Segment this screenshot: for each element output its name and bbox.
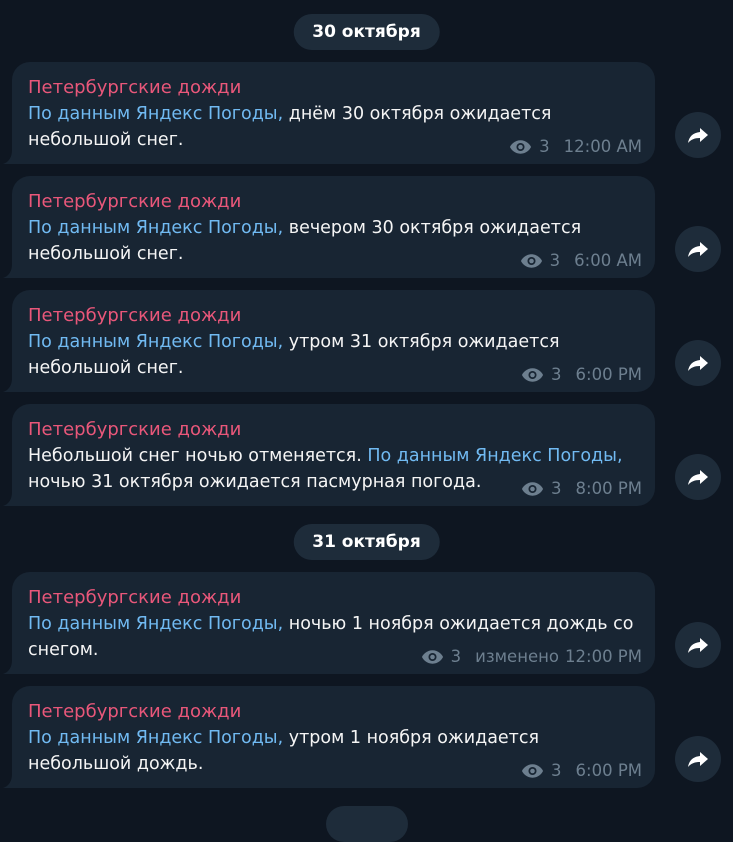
message-3[interactable]: Петербургские дожди Небольшой снег ночью…	[0, 404, 733, 506]
message-bubble[interactable]: Петербургские дожди По данным Яндекс Пог…	[12, 176, 655, 278]
message-time: 8:00 PM	[575, 479, 642, 498]
edited-label: изменено	[475, 647, 560, 666]
message-meta: 3 изменено 12:00 PM	[421, 646, 642, 668]
message-link[interactable]: По данным Яндекс Погоды,	[28, 104, 283, 124]
share-button[interactable]	[675, 340, 721, 386]
share-button[interactable]	[675, 226, 721, 272]
view-count: 3	[450, 647, 462, 666]
share-arrow-icon	[688, 128, 708, 143]
message-meta: 3 6:00 AM	[520, 250, 642, 272]
date-separator: 31 октября	[293, 524, 440, 560]
date-separator: 30 октября	[293, 14, 440, 50]
view-count: 3	[539, 137, 550, 156]
message-time: 6:00 AM	[574, 251, 642, 270]
sender-name[interactable]: Петербургские дожди	[28, 303, 639, 329]
eye-icon	[521, 368, 544, 382]
sender-name[interactable]: Петербургские дожди	[28, 585, 639, 611]
view-count: 3	[551, 479, 562, 498]
message-bubble[interactable]: Петербургские дожди По данным Яндекс Пог…	[12, 572, 655, 674]
message-meta: 3 6:00 PM	[521, 364, 642, 386]
message-time: 6:00 PM	[575, 365, 642, 384]
view-count: 3	[551, 365, 562, 384]
message-text-part: ночью 31 октября ожидается пасмурная пог…	[28, 472, 482, 492]
sender-name[interactable]: Петербургские дожди	[28, 189, 639, 215]
message-link[interactable]: По данным Яндекс Погоды,	[28, 728, 283, 748]
message-meta: 3 12:00 AM	[509, 136, 642, 158]
message-text-part: Небольшой снег ночью отменяется.	[28, 446, 368, 466]
sender-name[interactable]: Петербургские дожди	[28, 75, 639, 101]
message-4[interactable]: Петербургские дожди По данным Яндекс Пог…	[0, 572, 733, 674]
message-2[interactable]: Петербургские дожди По данным Яндекс Пог…	[0, 290, 733, 392]
message-link[interactable]: По данным Яндекс Погоды,	[367, 446, 622, 466]
eye-icon	[421, 650, 443, 664]
share-button[interactable]	[675, 622, 721, 668]
date-separator	[325, 806, 408, 842]
sender-name[interactable]: Петербургские дожди	[28, 417, 639, 443]
eye-icon	[521, 482, 544, 496]
message-time: 6:00 PM	[575, 761, 642, 780]
eye-icon	[520, 254, 542, 268]
eye-icon	[510, 140, 532, 154]
eye-icon	[521, 764, 544, 778]
sender-name[interactable]: Петербургские дожди	[28, 699, 639, 725]
message-bubble[interactable]: Петербургские дожди Небольшой снег ночью…	[12, 404, 655, 506]
message-bubble[interactable]: Петербургские дожди По данным Яндекс Пог…	[12, 686, 655, 788]
message-link[interactable]: По данным Яндекс Погоды,	[28, 218, 283, 238]
message-bubble[interactable]: Петербургские дожди По данным Яндекс Пог…	[12, 290, 655, 392]
share-button[interactable]	[675, 454, 721, 500]
share-arrow-icon	[688, 752, 708, 767]
message-meta: 3 6:00 PM	[521, 760, 642, 782]
message-meta: 3 8:00 PM	[521, 478, 642, 500]
message-time: 12:00 PM	[565, 647, 642, 666]
message-5[interactable]: Петербургские дожди По данным Яндекс Пог…	[0, 686, 733, 788]
share-arrow-icon	[688, 638, 708, 653]
view-count: 3	[551, 761, 562, 780]
share-arrow-icon	[688, 242, 708, 257]
message-link[interactable]: По данным Яндекс Погоды,	[28, 332, 283, 352]
message-time: 12:00 AM	[563, 137, 642, 156]
share-arrow-icon	[688, 356, 708, 371]
message-0[interactable]: Петербургские дожди По данным Яндекс Пог…	[0, 62, 733, 164]
message-1[interactable]: Петербургские дожди По данным Яндекс Пог…	[0, 176, 733, 278]
share-arrow-icon	[688, 470, 708, 485]
message-link[interactable]: По данным Яндекс Погоды,	[28, 614, 283, 634]
message-bubble[interactable]: Петербургские дожди По данным Яндекс Пог…	[12, 62, 655, 164]
share-button[interactable]	[675, 736, 721, 782]
view-count: 3	[549, 251, 561, 270]
share-button[interactable]	[675, 112, 721, 158]
